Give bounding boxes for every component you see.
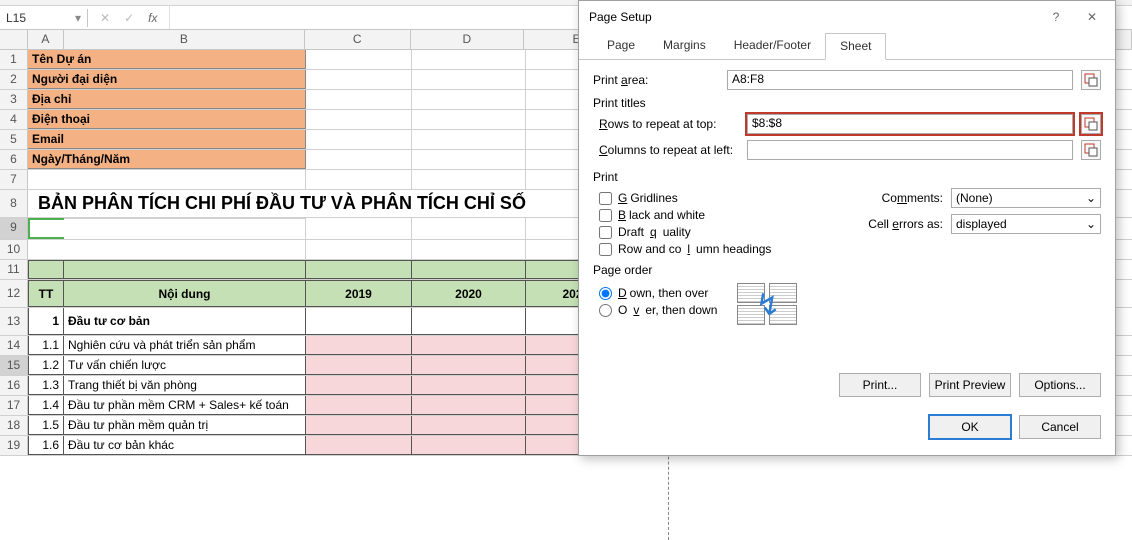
print-area-label: Print area: bbox=[593, 73, 719, 87]
page-order-legend: Page order bbox=[593, 263, 652, 277]
draft-quality-checkbox[interactable]: Draft quality bbox=[599, 225, 771, 239]
name-box[interactable]: L15 ▾ bbox=[0, 9, 88, 27]
print-titles-legend: Print titles bbox=[593, 96, 646, 110]
cell[interactable]: Người đại diện bbox=[28, 70, 306, 89]
chevron-down-icon: ▾ bbox=[75, 11, 81, 25]
name-box-ref: L15 bbox=[6, 11, 26, 25]
cell[interactable]: 1 bbox=[28, 308, 64, 335]
col-header[interactable]: C bbox=[305, 30, 411, 49]
cols-repeat-label: Columns to repeat at left: bbox=[599, 143, 739, 157]
black-white-checkbox[interactable]: Black and white bbox=[599, 208, 771, 222]
cancel-icon[interactable]: ✕ bbox=[100, 11, 110, 25]
row-header[interactable]: 2 bbox=[0, 70, 28, 89]
cell[interactable]: Ngày/Tháng/Năm bbox=[28, 150, 306, 169]
cell[interactable]: Đầu tư cơ bản bbox=[64, 308, 306, 335]
over-then-down-radio[interactable]: Over, then down bbox=[599, 303, 717, 317]
row-col-headings-checkbox[interactable]: Row and column headings bbox=[599, 242, 771, 256]
rows-repeat-input[interactable]: $8:$8 bbox=[747, 114, 1073, 134]
print-button[interactable]: Print... bbox=[839, 373, 921, 397]
ok-button[interactable]: OK bbox=[929, 415, 1011, 439]
cell[interactable]: Đầu tư phần mềm quản trị bbox=[64, 416, 306, 435]
cols-repeat-input[interactable] bbox=[747, 140, 1073, 160]
cell-errors-select[interactable]: displayed⌄ bbox=[951, 214, 1101, 234]
tab-sheet[interactable]: Sheet bbox=[825, 33, 886, 60]
row-header[interactable]: 5 bbox=[0, 130, 28, 149]
cell[interactable]: 1.5 bbox=[28, 416, 64, 435]
col-header[interactable]: B bbox=[64, 30, 305, 49]
tab-page[interactable]: Page bbox=[593, 33, 649, 59]
page-setup-dialog: Page Setup ? ✕ Page Margins Header/Foote… bbox=[578, 0, 1116, 456]
print-preview-button[interactable]: Print Preview bbox=[929, 373, 1011, 397]
select-all-corner[interactable] bbox=[0, 30, 28, 49]
cell[interactable]: Địa chỉ bbox=[28, 90, 306, 109]
cell[interactable]: 1.6 bbox=[28, 436, 64, 455]
cell[interactable]: Đầu tư cơ bản khác bbox=[64, 436, 306, 455]
range-picker-icon[interactable] bbox=[1081, 70, 1101, 90]
table-header[interactable]: TT bbox=[28, 280, 64, 307]
cell[interactable]: Nghiên cứu và phát triển sản phẩm bbox=[64, 336, 306, 355]
table-header[interactable]: Nội dung bbox=[64, 280, 306, 307]
rows-repeat-label: Rows to repeat at top: bbox=[599, 117, 739, 131]
cell[interactable]: Tên Dự án bbox=[28, 50, 306, 69]
table-header[interactable]: 2019 bbox=[306, 280, 412, 307]
col-header[interactable]: A bbox=[28, 30, 64, 49]
page-order-icon: ↯ bbox=[737, 283, 803, 327]
close-icon[interactable]: ✕ bbox=[1077, 7, 1107, 27]
down-then-over-radio[interactable]: Down, then over bbox=[599, 286, 717, 300]
comments-select[interactable]: (None)⌄ bbox=[951, 188, 1101, 208]
help-icon[interactable]: ? bbox=[1041, 7, 1071, 27]
cell[interactable] bbox=[412, 50, 526, 69]
cell[interactable]: Email bbox=[28, 130, 306, 149]
cell[interactable]: 1.3 bbox=[28, 376, 64, 395]
dialog-title: Page Setup bbox=[589, 10, 652, 24]
tab-header-footer[interactable]: Header/Footer bbox=[720, 33, 825, 59]
row-header[interactable]: 7 bbox=[0, 170, 28, 189]
gridlines-checkbox[interactable]: GGridlines bbox=[599, 191, 771, 205]
row-header[interactable]: 6 bbox=[0, 150, 28, 169]
dialog-tabs: Page Margins Header/Footer Sheet bbox=[579, 33, 1115, 60]
row-header[interactable]: 3 bbox=[0, 90, 28, 109]
cancel-button[interactable]: Cancel bbox=[1019, 415, 1101, 439]
table-header[interactable]: 2020 bbox=[412, 280, 526, 307]
range-picker-icon[interactable] bbox=[1081, 140, 1101, 160]
col-header[interactable]: D bbox=[411, 30, 525, 49]
range-picker-icon[interactable] bbox=[1081, 114, 1101, 134]
cell[interactable]: 1.2 bbox=[28, 356, 64, 375]
cell[interactable]: 1.4 bbox=[28, 396, 64, 415]
row-header[interactable]: 9 bbox=[0, 218, 28, 239]
comments-label: Comments: bbox=[857, 191, 943, 205]
print-legend: Print bbox=[593, 170, 618, 184]
cell[interactable]: Đầu tư phần mềm CRM + Sales+ kế toán bbox=[64, 396, 306, 415]
title-cell[interactable]: BẢN PHÂN TÍCH CHI PHÍ ĐẦU TƯ VÀ PHÂN TÍC… bbox=[28, 190, 668, 217]
cell[interactable]: Điện thoại bbox=[28, 110, 306, 129]
cell[interactable] bbox=[306, 50, 412, 69]
fx-icon[interactable]: fx bbox=[148, 11, 157, 25]
row-header[interactable]: 1 bbox=[0, 50, 28, 69]
row-header[interactable]: 4 bbox=[0, 110, 28, 129]
cell[interactable]: Tư vấn chiến lược bbox=[64, 356, 306, 375]
row-header[interactable]: 8 bbox=[0, 190, 28, 217]
tab-margins[interactable]: Margins bbox=[649, 33, 720, 59]
chevron-down-icon: ⌄ bbox=[1086, 217, 1096, 231]
cell[interactable]: 1.1 bbox=[28, 336, 64, 355]
enter-icon[interactable]: ✓ bbox=[124, 11, 134, 25]
chevron-down-icon: ⌄ bbox=[1086, 191, 1096, 205]
print-area-input[interactable]: A8:F8 bbox=[727, 70, 1073, 90]
cell-errors-label: Cell errors as: bbox=[857, 217, 943, 231]
options-button[interactable]: Options... bbox=[1019, 373, 1101, 397]
cell[interactable]: Trang thiết bị văn phòng bbox=[64, 376, 306, 395]
dialog-titlebar[interactable]: Page Setup ? ✕ bbox=[579, 1, 1115, 33]
